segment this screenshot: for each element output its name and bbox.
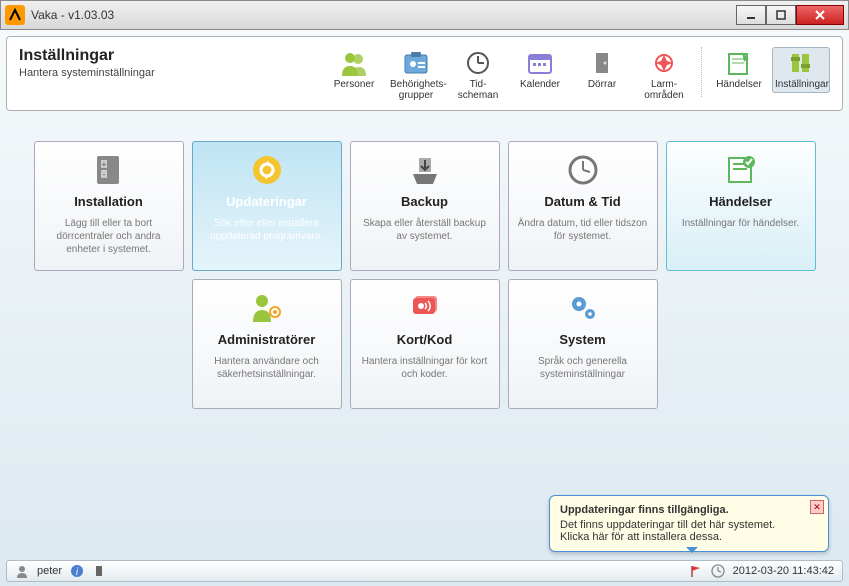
events-icon	[723, 152, 759, 188]
tiles-panel: +- Installation Lägg till eller ta bort …	[6, 121, 843, 429]
calendar-icon	[525, 50, 555, 76]
tile-desc: Inställningar för händelser.	[675, 217, 807, 230]
info-icon[interactable]: i	[70, 564, 84, 578]
window-body: Inställningar Hantera systeminställninga…	[0, 30, 849, 586]
page-subtitle: Hantera systeminställningar	[19, 67, 259, 79]
svg-text:-: -	[102, 170, 105, 179]
tile-desc: Lägg till eller ta bort dörrcentraler oc…	[43, 217, 175, 256]
tile-desc: Språk och generella systeminställningar	[517, 355, 649, 381]
alarm-icon	[649, 50, 679, 76]
device-icon[interactable]	[92, 564, 106, 578]
flag-icon[interactable]	[689, 564, 703, 578]
balloon-title: Uppdateringar finns tillgängliga.	[560, 504, 818, 516]
door-icon	[587, 50, 617, 76]
tile-title: System	[517, 332, 649, 347]
header-title-block: Inställningar Hantera systeminställninga…	[19, 47, 259, 79]
tile-title: Händelser	[675, 194, 807, 209]
status-bar: peter i 2012-03-20 11:43:42	[6, 560, 843, 582]
tile-updateringar[interactable]: Updateringar Sök efter eller installera …	[192, 141, 342, 271]
tile-administratorer[interactable]: Administratörer Hantera användare och sä…	[192, 279, 342, 409]
tile-title: Kort/Kod	[359, 332, 491, 347]
settings-icon	[786, 50, 816, 76]
nav-label: Dörrar	[588, 79, 616, 90]
page-title: Inställningar	[19, 47, 259, 65]
tile-title: Administratörer	[201, 332, 333, 347]
tile-backup[interactable]: Backup Skapa eller återställ backup av s…	[350, 141, 500, 271]
tile-desc: Sök efter eller installera uppdaterad pr…	[201, 217, 333, 243]
nav-installningar[interactable]: Inställningar	[772, 47, 830, 93]
status-user: peter	[37, 565, 62, 577]
nav-personer[interactable]: Personer	[325, 47, 383, 93]
svg-text:+: +	[101, 160, 106, 169]
maximize-button[interactable]	[766, 5, 796, 25]
update-balloon[interactable]: ✕ Uppdateringar finns tillgängliga. Det …	[549, 495, 829, 552]
nav-larm[interactable]: Larm-områden	[635, 47, 693, 104]
clock-icon	[565, 152, 601, 188]
tile-title: Backup	[359, 194, 491, 209]
nav-label: Inställningar	[775, 79, 829, 90]
clock-icon	[711, 564, 725, 578]
log-icon	[724, 50, 754, 76]
nav-behorighet[interactable]: Behörighets-grupper	[387, 47, 445, 104]
minimize-button[interactable]	[736, 5, 766, 25]
nav-label: Kalender	[520, 79, 560, 90]
badge-icon	[401, 50, 431, 76]
nav-handelser[interactable]: Händelser	[710, 47, 768, 93]
title-bar: Vaka - v1.03.03	[0, 0, 849, 30]
clock-icon	[463, 50, 493, 76]
backup-icon	[407, 152, 443, 188]
update-icon	[249, 152, 285, 188]
nav-kalender[interactable]: Kalender	[511, 47, 569, 93]
balloon-line2: Klicka här för att installera dessa.	[560, 531, 722, 543]
tile-desc: Hantera användare och säkerhetsinställni…	[201, 355, 333, 381]
balloon-line1: Det finns uppdateringar till det här sys…	[560, 519, 775, 531]
nav-separator	[701, 47, 702, 97]
tile-desc: Ändra datum, tid eller tidszon för syste…	[517, 217, 649, 243]
balloon-close-icon[interactable]: ✕	[810, 500, 824, 514]
installation-icon: +-	[91, 152, 127, 188]
nav-label: Larm-områden	[644, 79, 683, 101]
user-icon	[15, 564, 29, 578]
tile-desc: Skapa eller återställ backup av systemet…	[359, 217, 491, 243]
tile-title: Installation	[43, 194, 175, 209]
gears-icon	[565, 290, 601, 326]
nav-tidscheman[interactable]: Tid-scheman	[449, 47, 507, 104]
nav-label: Behörighets-grupper	[390, 79, 447, 101]
window-title: Vaka - v1.03.03	[31, 8, 736, 22]
nav-label: Händelser	[716, 79, 762, 90]
tile-desc: Hantera inställningar för kort och koder…	[359, 355, 491, 381]
admin-icon	[249, 290, 285, 326]
close-button[interactable]	[796, 5, 844, 25]
header-strip: Inställningar Hantera systeminställninga…	[6, 36, 843, 111]
tile-title: Datum & Tid	[517, 194, 649, 209]
card-icon	[407, 290, 443, 326]
app-icon	[5, 5, 25, 25]
tile-datum-tid[interactable]: Datum & Tid Ändra datum, tid eller tidsz…	[508, 141, 658, 271]
nav-label: Personer	[334, 79, 375, 90]
tile-installation[interactable]: +- Installation Lägg till eller ta bort …	[34, 141, 184, 271]
status-datetime: 2012-03-20 11:43:42	[733, 565, 834, 577]
tile-title: Updateringar	[201, 194, 333, 209]
nav-dorrar[interactable]: Dörrar	[573, 47, 631, 93]
people-icon	[339, 50, 369, 76]
tile-kort-kod[interactable]: Kort/Kod Hantera inställningar för kort …	[350, 279, 500, 409]
tile-system[interactable]: System Språk och generella systeminställ…	[508, 279, 658, 409]
nav-label: Tid-scheman	[458, 79, 499, 101]
nav-icons: Personer Behörighets-grupper Tid-scheman…	[259, 47, 830, 104]
tile-handelser[interactable]: Händelser Inställningar för händelser.	[666, 141, 816, 271]
